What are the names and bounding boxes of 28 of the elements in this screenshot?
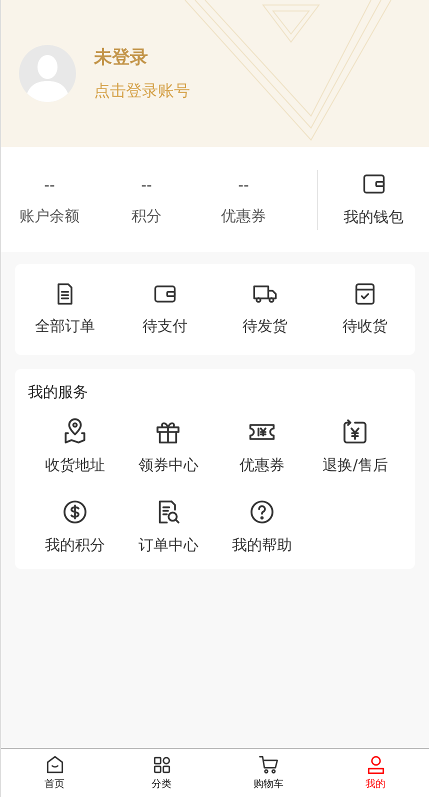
tab-bar-item[interactable]: 首页 bbox=[1, 749, 108, 797]
coin-icon bbox=[60, 498, 89, 526]
stat-label: 账户余额 bbox=[20, 206, 80, 226]
tab-bar-item[interactable]: 我的 bbox=[322, 749, 429, 797]
wallet-button[interactable]: 我的钱包 bbox=[318, 170, 429, 228]
service-item[interactable]: 收货地址 bbox=[28, 418, 122, 476]
order-item[interactable]: 待发货 bbox=[215, 281, 315, 338]
help-icon bbox=[248, 498, 276, 526]
login-status: 未登录 bbox=[94, 46, 149, 70]
service-item[interactable]: 我的帮助 bbox=[215, 498, 308, 556]
service-item[interactable]: 我的积分 bbox=[28, 498, 122, 556]
service-item[interactable]: 退换/售后 bbox=[308, 418, 402, 476]
cart-icon bbox=[258, 754, 280, 776]
stat-value: -- bbox=[238, 175, 249, 196]
tab-bar-item[interactable]: 购物车 bbox=[215, 749, 322, 797]
order-item[interactable]: 待收货 bbox=[315, 281, 415, 338]
refund-icon bbox=[341, 418, 370, 446]
order-item[interactable]: 待支付 bbox=[115, 281, 215, 338]
tab-bar-item[interactable]: 分类 bbox=[108, 749, 215, 797]
stat-value: -- bbox=[141, 175, 152, 196]
stat-label: 积分 bbox=[132, 206, 162, 226]
stat-value: -- bbox=[44, 175, 55, 196]
stat-label: 优惠券 bbox=[221, 206, 266, 226]
order-item[interactable]: 全部订单 bbox=[15, 281, 115, 338]
service-item[interactable]: 领券中心 bbox=[122, 418, 215, 476]
service-item[interactable]: 订单中心 bbox=[122, 498, 215, 556]
service-item[interactable]: 优惠券 bbox=[215, 418, 308, 476]
section-title: 我的服务 bbox=[28, 382, 89, 403]
